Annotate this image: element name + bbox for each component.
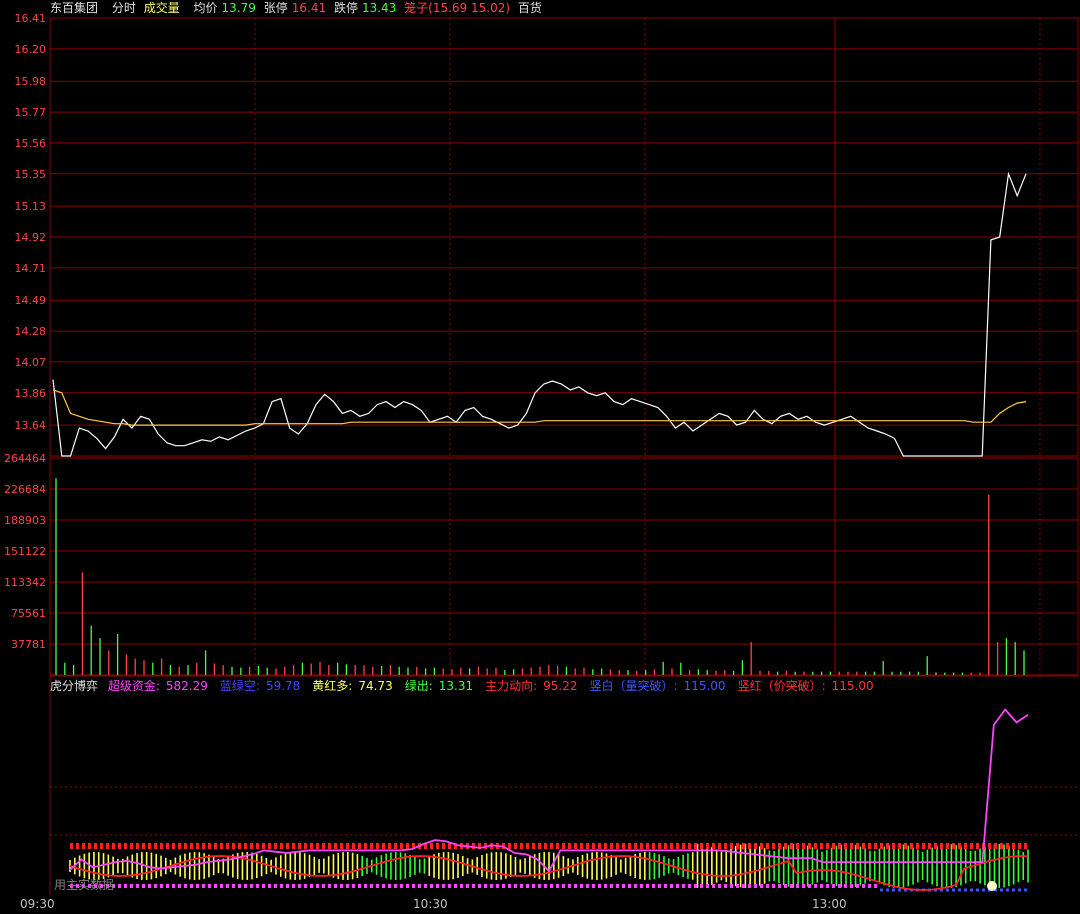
chart-stage: 东百集团 分时 成交量 均价 13.79 张停 16.41 跌停 13.43 笼子(1… [0, 0, 1080, 914]
indicator-items: 超级资金: 582.29 蓝绿空: 59.78 黄红多: 74.73 绿出: 13.31 主力动… [108, 679, 886, 693]
indicator-item: 主力动向: 95.22 [485, 679, 583, 693]
price-lines [52, 171, 1027, 457]
time-tick-label: 10:30 [413, 897, 448, 911]
indicator-item: 蓝绿空: 59.78 [220, 679, 306, 693]
indicator-item: 竖红（价突破）: 115.00 [738, 679, 880, 693]
indicator-item-label: 黄红多: [312, 679, 353, 693]
price-tick-label: 13.86 [15, 387, 47, 400]
price-axis: 16.41 16.20 15.98 15.77 15.56 15.35 15.13 14.92… [15, 12, 47, 432]
volume-tick-label: 37781 [11, 638, 46, 651]
indicator-item: 绿出: 13.31 [405, 679, 479, 693]
avg-price-line [52, 389, 1027, 426]
indicator-item-label: 竖白（量突破）: [589, 679, 678, 693]
indicator-name[interactable]: 虎分博弈 [50, 679, 98, 693]
time-axis: 09:30 10:30 13:00 [20, 897, 847, 911]
indicator-item-label: 蓝绿空: [219, 679, 260, 693]
time-tick-label: 09:30 [20, 897, 55, 911]
indicator-item: 竖白（量突破）: 115.00 [590, 679, 732, 693]
price-tick-label: 14.28 [15, 325, 47, 338]
volume-tick-label: 226684 [4, 483, 46, 496]
indicator-item-value: 582.29 [165, 679, 208, 693]
price-tick-label: 15.77 [15, 106, 47, 119]
time-tick-label: 13:00 [812, 897, 847, 911]
price-tick-label: 15.13 [15, 200, 47, 213]
indicator-header: 虎分博弈 超级资金: 582.29 蓝绿空: 59.78 黄红多: 74.73 绿出: 13.… [0, 678, 892, 694]
volume-tick-label: 188903 [4, 514, 46, 527]
price-tick-label: 14.49 [15, 294, 47, 307]
indicator-item: 黄红多: 74.73 [312, 679, 398, 693]
volume-tick-label: 113342 [4, 576, 46, 589]
indicator-item-label: 绿出: [404, 679, 433, 693]
volume-tick-label: 264464 [4, 452, 46, 465]
indicator-item-value: 59.78 [265, 679, 301, 693]
chart-svg: 16.41 16.20 15.98 15.77 15.56 15.35 15.13 14.92… [4, 12, 1079, 911]
indicator-item-label: 超级资金: [107, 679, 160, 693]
volume-bars [55, 478, 1025, 675]
indicator-group [69, 708, 1029, 892]
volume-axis: 264464 226684 188903 151122 113342 75561 37781 [4, 452, 46, 651]
volume-panel-frame [49, 457, 1079, 676]
indicator-item-label: 主力动向: [485, 679, 538, 693]
indicator-item-value: 95.22 [543, 679, 578, 693]
indicator-item-value: 115.00 [683, 679, 726, 693]
indicator-item-value: 74.73 [358, 679, 393, 693]
price-tick-label: 16.20 [15, 43, 47, 56]
indicator-item-value: 115.00 [831, 679, 874, 693]
price-tick-label: 14.71 [15, 262, 47, 275]
price-tick-label: 14.92 [15, 231, 47, 244]
price-tick-label: 16.41 [15, 12, 47, 25]
price-line [52, 171, 1027, 457]
signal-marker [987, 881, 997, 891]
indicator-item-value: 13.31 [438, 679, 474, 693]
indicator-item: 超级资金: 582.29 [108, 679, 214, 693]
price-tick-label: 14.07 [15, 356, 47, 369]
price-tick-label: 15.56 [15, 137, 47, 150]
volume-tick-label: 75561 [11, 607, 46, 620]
indicator-item-label: 竖红（价突破）: [737, 679, 826, 693]
watermark: 用主实数据 [54, 878, 115, 892]
price-tick-label: 15.35 [15, 168, 47, 181]
volume-tick-label: 151122 [4, 545, 46, 558]
price-tick-label: 15.98 [15, 75, 47, 88]
price-tick-label: 13.64 [15, 419, 47, 432]
